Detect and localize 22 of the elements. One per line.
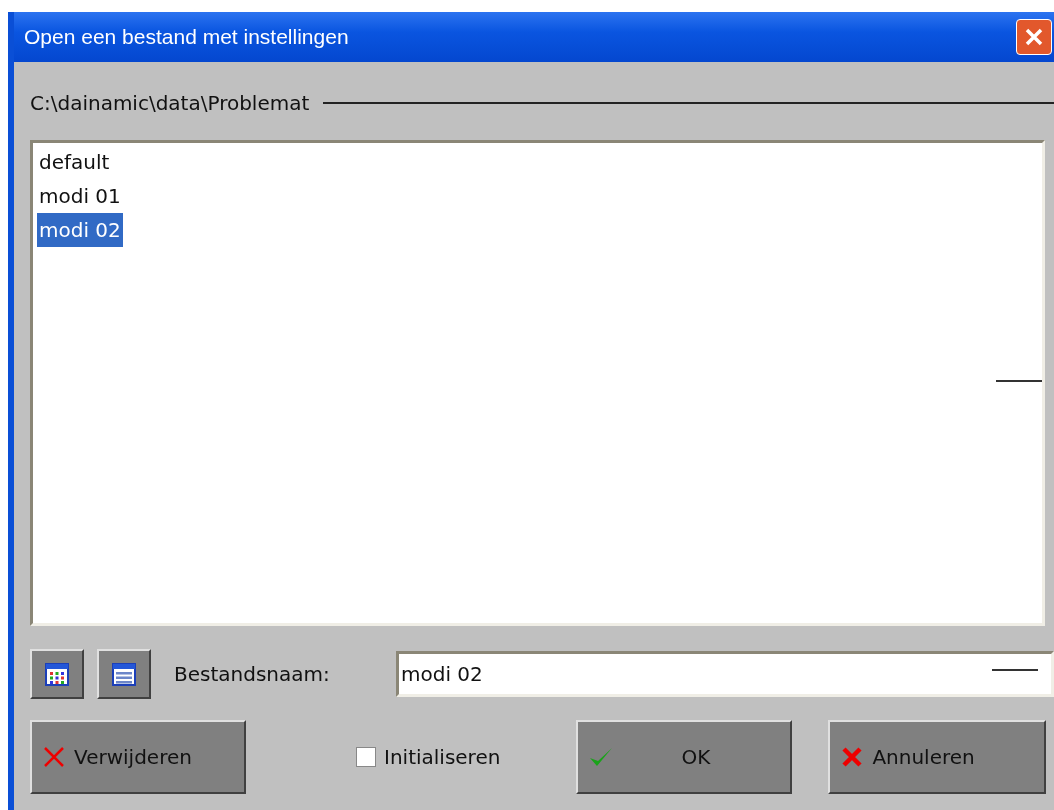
close-icon — [42, 745, 66, 769]
initialize-checkbox[interactable]: Initialiseren — [356, 745, 501, 769]
close-icon — [840, 745, 865, 769]
file-item[interactable]: modi 01 — [37, 179, 123, 213]
folder-path: C:\dainamic\data\Problemat — [30, 91, 310, 115]
leader-line — [996, 380, 1042, 382]
list-view-button[interactable] — [97, 649, 151, 699]
delete-button[interactable]: Verwijderen — [30, 720, 246, 794]
calendar-icon — [45, 662, 69, 686]
close-icon — [1023, 26, 1045, 48]
window-title: Open een bestand met instellingen — [24, 25, 349, 49]
file-item[interactable]: modi 02 — [37, 213, 123, 247]
ok-button[interactable]: OK — [576, 720, 793, 794]
close-button[interactable] — [1016, 19, 1052, 55]
filename-label: Bestandsnaam: — [174, 662, 331, 686]
filename-field[interactable]: modi 02 — [396, 651, 1054, 697]
icon-view-button[interactable] — [30, 649, 84, 699]
file-item[interactable]: default — [37, 145, 112, 179]
leader-line — [992, 669, 1038, 671]
cancel-button[interactable]: Annuleren — [828, 720, 1047, 794]
checkmark-icon — [588, 746, 615, 768]
calendar-icon — [112, 662, 136, 686]
